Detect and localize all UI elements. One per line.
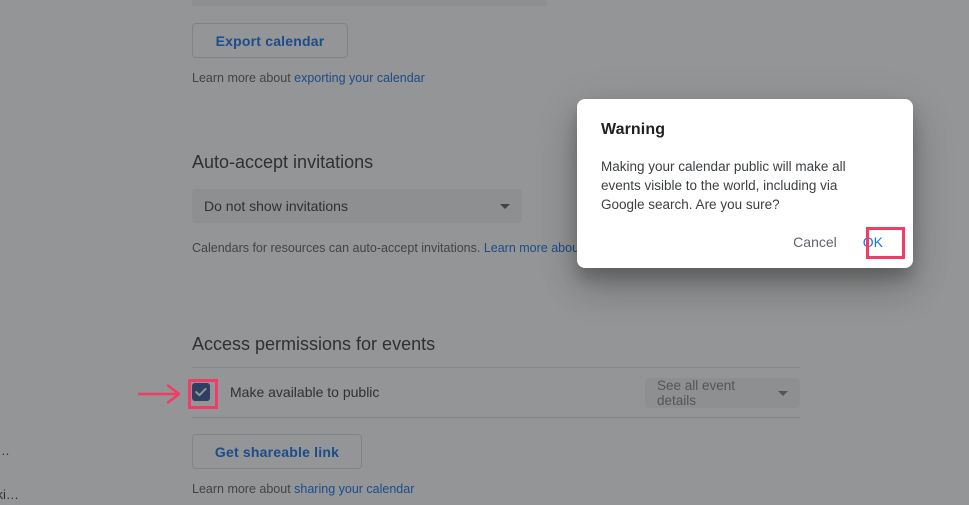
- cancel-button[interactable]: Cancel: [783, 228, 847, 256]
- screenshot-root: Export calendar Learn more about exporti…: [0, 0, 969, 505]
- dialog-actions: Cancel OK: [783, 228, 893, 256]
- warning-dialog: Warning Making your calendar public will…: [577, 99, 913, 268]
- dialog-message: Making your calendar public will make al…: [601, 159, 846, 212]
- ok-button[interactable]: OK: [853, 228, 893, 256]
- dialog-title: Warning: [601, 121, 666, 138]
